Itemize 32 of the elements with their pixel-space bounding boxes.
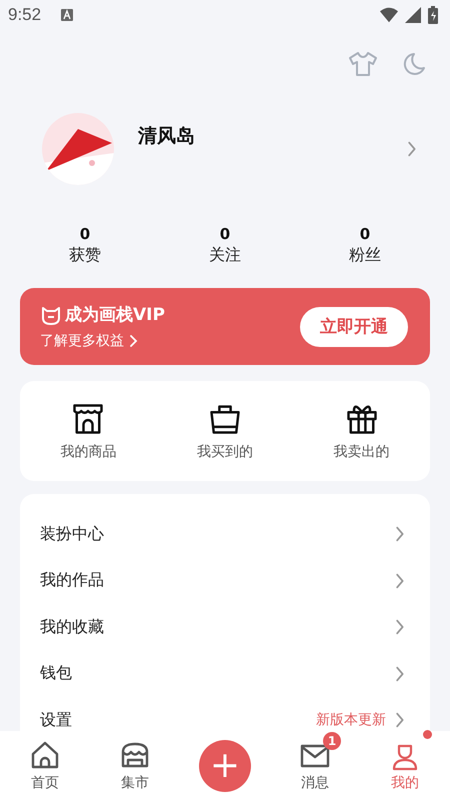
status-time: 9:52 [8,5,42,25]
vip-banner[interactable]: 成为画栈VIP 了解更多权益 立即开通 [20,288,430,365]
vip-benefits-link[interactable]: 了解更多权益 [40,332,124,350]
vip-title: 成为画栈VIP [65,304,165,326]
signal-icon [404,7,422,23]
menu-item[interactable]: 设置 [40,710,72,731]
stat-value: 0 [80,225,90,243]
stat-label: 粉丝 [349,245,381,266]
shortcut-label[interactable]: 我的商品 [60,443,116,461]
tab-item[interactable]: 1 消息 [287,732,343,792]
tab-item[interactable]: 集市 [107,732,163,792]
chevron-right-icon [128,334,138,348]
tab-item[interactable]: 首页 [17,732,73,792]
stat-label: 获赞 [69,245,101,266]
shortcut-label[interactable]: 我卖出的 [334,443,390,461]
menu-item[interactable]: 装扮中心 [40,524,104,545]
wifi-icon [380,7,398,23]
battery-icon [428,6,438,24]
stat-value: 0 [360,225,370,243]
tab-item[interactable]: 我的 [377,732,433,792]
activate-button[interactable]: 立即开通 [300,306,408,346]
menu-item[interactable]: 我的作品 [40,570,104,592]
menu-item[interactable]: 钱包 [40,663,72,684]
user-name[interactable]: 清风岛 [138,123,195,149]
shortcut-label[interactable]: 我买到的 [197,443,253,461]
menu-item[interactable]: 我的收藏 [40,616,104,638]
add-button[interactable]: + [199,740,251,792]
stat-label: 关注 [209,245,241,266]
update-note: 新版本更新 [316,711,386,730]
notification-icon [61,9,74,21]
unread-badge: 1 [323,732,341,750]
stat-value: 0 [220,225,230,243]
